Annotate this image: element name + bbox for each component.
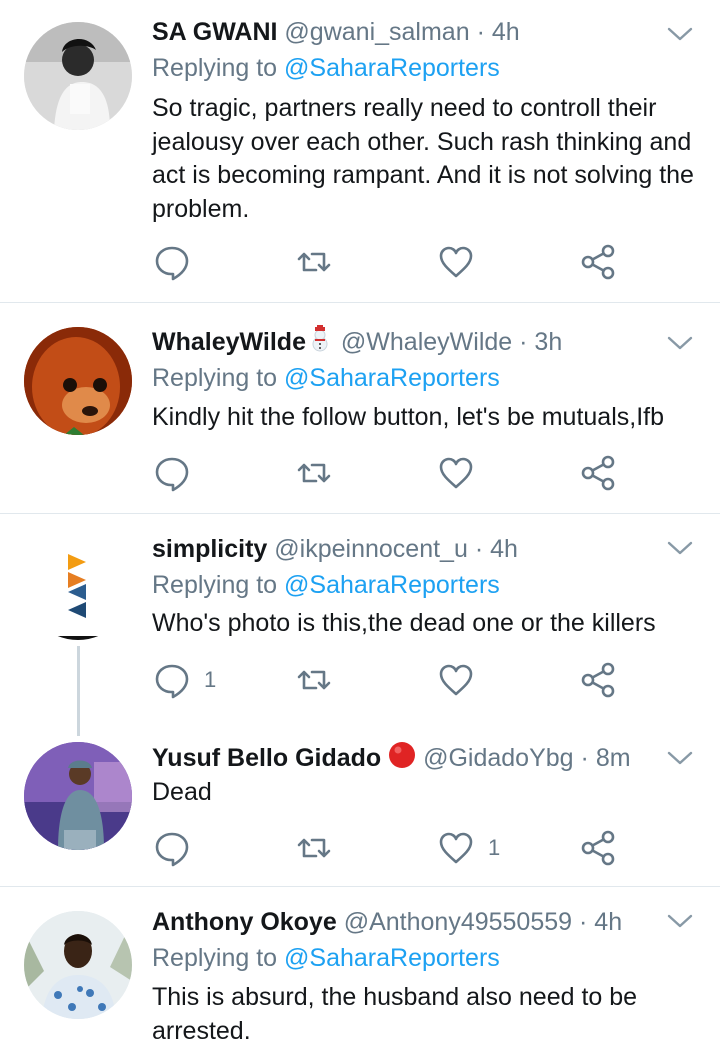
timestamp[interactable]: 3h	[534, 328, 562, 356]
thread-line	[77, 646, 80, 736]
separator-dot: ·	[476, 18, 485, 46]
tweet-actions: 1	[152, 658, 672, 702]
chevron-down-icon[interactable]	[666, 911, 694, 931]
reply-button[interactable]	[152, 451, 204, 495]
tweet[interactable]: Yusuf Bello Gidado @GidadoYbg · 8m Dead …	[0, 724, 720, 886]
replying-to: Replying to @SaharaReporters	[152, 51, 500, 85]
like-button[interactable]	[436, 240, 488, 284]
avatar[interactable]	[24, 911, 132, 1019]
heart-icon	[439, 246, 473, 278]
chevron-down-icon[interactable]	[666, 333, 694, 353]
replying-to: Replying to @SaharaReporters	[152, 361, 500, 395]
retweet-button[interactable]	[294, 658, 334, 702]
reply-button[interactable]	[152, 826, 204, 870]
like-button[interactable]	[436, 658, 488, 702]
user-handle[interactable]: @gwani_salman	[284, 18, 469, 46]
tweet-text: Dead	[152, 778, 212, 806]
retweet-button[interactable]	[294, 451, 334, 495]
replying-to-label: Replying to	[152, 944, 278, 972]
tweet[interactable]: WhaleyWilde @WhaleyWilde · 3h Replying t…	[0, 303, 720, 513]
heart-icon	[439, 457, 473, 489]
retweet-icon	[297, 252, 331, 272]
tweet[interactable]: Anthony Okoye @Anthony49550559 · 4h Repl…	[0, 887, 720, 1058]
tweet-header: Anthony Okoye @Anthony49550559 · 4h	[152, 905, 650, 939]
display-name[interactable]: WhaleyWilde	[152, 328, 306, 356]
chevron-down-icon[interactable]	[666, 538, 694, 558]
share-button[interactable]	[578, 826, 618, 870]
reply-count: 1	[204, 667, 217, 692]
tweet-actions: 1	[152, 826, 672, 870]
tweet-header: Yusuf Bello Gidado @GidadoYbg · 8m	[152, 741, 650, 775]
avatar[interactable]	[24, 327, 132, 435]
snowman-emoji-icon	[306, 325, 334, 359]
timestamp[interactable]: 4h	[492, 18, 520, 46]
share-icon	[581, 244, 615, 280]
timestamp[interactable]: 4h	[594, 908, 622, 936]
tweet-actions	[152, 451, 672, 495]
reply-icon	[155, 832, 189, 867]
share-icon	[581, 455, 615, 491]
avatar[interactable]	[24, 22, 132, 130]
reply-button[interactable]	[152, 240, 204, 284]
like-button[interactable]	[436, 451, 488, 495]
separator-dot: ·	[519, 328, 528, 357]
tweet-header: simplicity @ikpeinnocent_u · 4h	[152, 532, 650, 566]
reply-icon	[155, 246, 189, 281]
replying-to-link[interactable]: @SaharaReporters	[284, 364, 500, 392]
display-name[interactable]: Yusuf Bello Gidado	[152, 744, 381, 772]
share-icon	[581, 830, 615, 866]
avatar[interactable]	[24, 532, 132, 640]
tweet-text: Who's photo is this,the dead one or the …	[152, 609, 656, 637]
separator-dot: ·	[579, 908, 588, 936]
separator-dot: ·	[474, 535, 484, 563]
tweet-header: WhaleyWilde @WhaleyWilde · 3h	[152, 325, 650, 359]
chevron-down-icon[interactable]	[666, 24, 694, 44]
like-button[interactable]: 1	[436, 826, 500, 870]
display-name[interactable]: Anthony Okoye	[152, 908, 337, 936]
avatar[interactable]	[24, 742, 132, 850]
tweet-text: So tragic, partners really need to contr…	[152, 94, 694, 223]
replying-to: Replying to @SaharaReporters	[152, 568, 500, 602]
reply-icon	[155, 664, 189, 699]
replying-to-link[interactable]: @SaharaReporters	[284, 944, 500, 972]
timestamp[interactable]: 4h	[490, 535, 518, 563]
replying-to: Replying to @SaharaReporters	[152, 941, 500, 975]
replying-to-link[interactable]: @SaharaReporters	[284, 571, 500, 599]
timestamp[interactable]: 8m	[596, 744, 631, 772]
tweet[interactable]: simplicity @ikpeinnocent_u · 4h Replying…	[0, 514, 720, 724]
replying-to-label: Replying to	[152, 54, 278, 82]
tweet-text: This is absurd, the husband also need to…	[152, 983, 638, 1045]
heart-icon	[439, 664, 473, 696]
tweet-header: SA GWANI @gwani_salman · 4h	[152, 15, 650, 49]
chevron-down-icon[interactable]	[666, 748, 694, 768]
retweet-button[interactable]	[294, 826, 334, 870]
replying-to-link[interactable]: @SaharaReporters	[284, 54, 500, 82]
share-button[interactable]	[578, 658, 618, 702]
like-count: 1	[488, 835, 501, 860]
user-handle[interactable]: @ikpeinnocent_u	[274, 535, 468, 563]
separator-dot: ·	[580, 744, 589, 773]
reply-button[interactable]: 1	[152, 658, 216, 702]
user-handle[interactable]: @GidadoYbg	[423, 744, 573, 772]
share-button[interactable]	[578, 240, 618, 284]
share-icon	[581, 662, 615, 698]
retweet-icon	[297, 670, 331, 690]
tweet[interactable]: SA GWANI @gwani_salman · 4h Replying to …	[0, 0, 720, 302]
retweet-icon	[297, 463, 331, 483]
reply-icon	[155, 457, 189, 492]
user-handle[interactable]: @Anthony49550559	[344, 908, 572, 936]
heart-icon	[439, 832, 473, 864]
retweet-button[interactable]	[294, 240, 334, 284]
share-button[interactable]	[578, 451, 618, 495]
display-name[interactable]: SA GWANI	[152, 18, 277, 46]
red-circle-icon	[388, 741, 416, 775]
tweet-text: Kindly hit the follow button, let's be m…	[152, 403, 664, 431]
display-name[interactable]: simplicity	[152, 535, 267, 563]
user-handle[interactable]: @WhaleyWilde	[341, 328, 512, 356]
retweet-icon	[297, 838, 331, 858]
tweet-actions	[152, 240, 672, 284]
replying-to-label: Replying to	[152, 571, 278, 599]
replying-to-label: Replying to	[152, 364, 278, 392]
